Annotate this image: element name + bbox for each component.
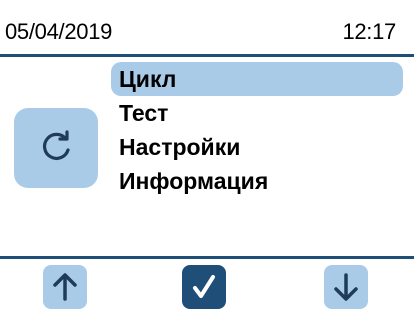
bottom-divider — [0, 256, 414, 259]
date-display: 05/04/2019 — [5, 19, 113, 44]
menu-item-information[interactable]: Информация — [111, 164, 403, 198]
menu-item-cycle[interactable]: Цикл — [111, 62, 403, 96]
menu-item-label: Тест — [119, 100, 169, 126]
arrow-down-icon — [334, 273, 358, 301]
menu-item-test[interactable]: Тест — [111, 96, 403, 130]
status-bar: 05/04/2019 12:17 — [0, 0, 414, 54]
arrow-up-icon — [53, 273, 77, 301]
main-menu: Цикл Тест Настройки Информация — [111, 62, 403, 198]
confirm-button[interactable] — [182, 265, 226, 309]
status-divider — [0, 54, 414, 57]
menu-item-label: Настройки — [119, 134, 241, 160]
up-button[interactable] — [43, 265, 87, 309]
menu-item-label: Информация — [119, 168, 269, 194]
time-display: 12:17 — [342, 19, 396, 44]
check-icon — [193, 275, 215, 298]
cycle-mode-tile[interactable] — [14, 108, 98, 188]
menu-item-label: Цикл — [119, 66, 177, 92]
down-button[interactable] — [324, 265, 368, 309]
menu-item-settings[interactable]: Настройки — [111, 130, 403, 164]
refresh-cycle-icon — [42, 130, 70, 160]
device-screen: 05/04/2019 12:17 Цикл Тест Настройки Инф… — [0, 0, 414, 318]
